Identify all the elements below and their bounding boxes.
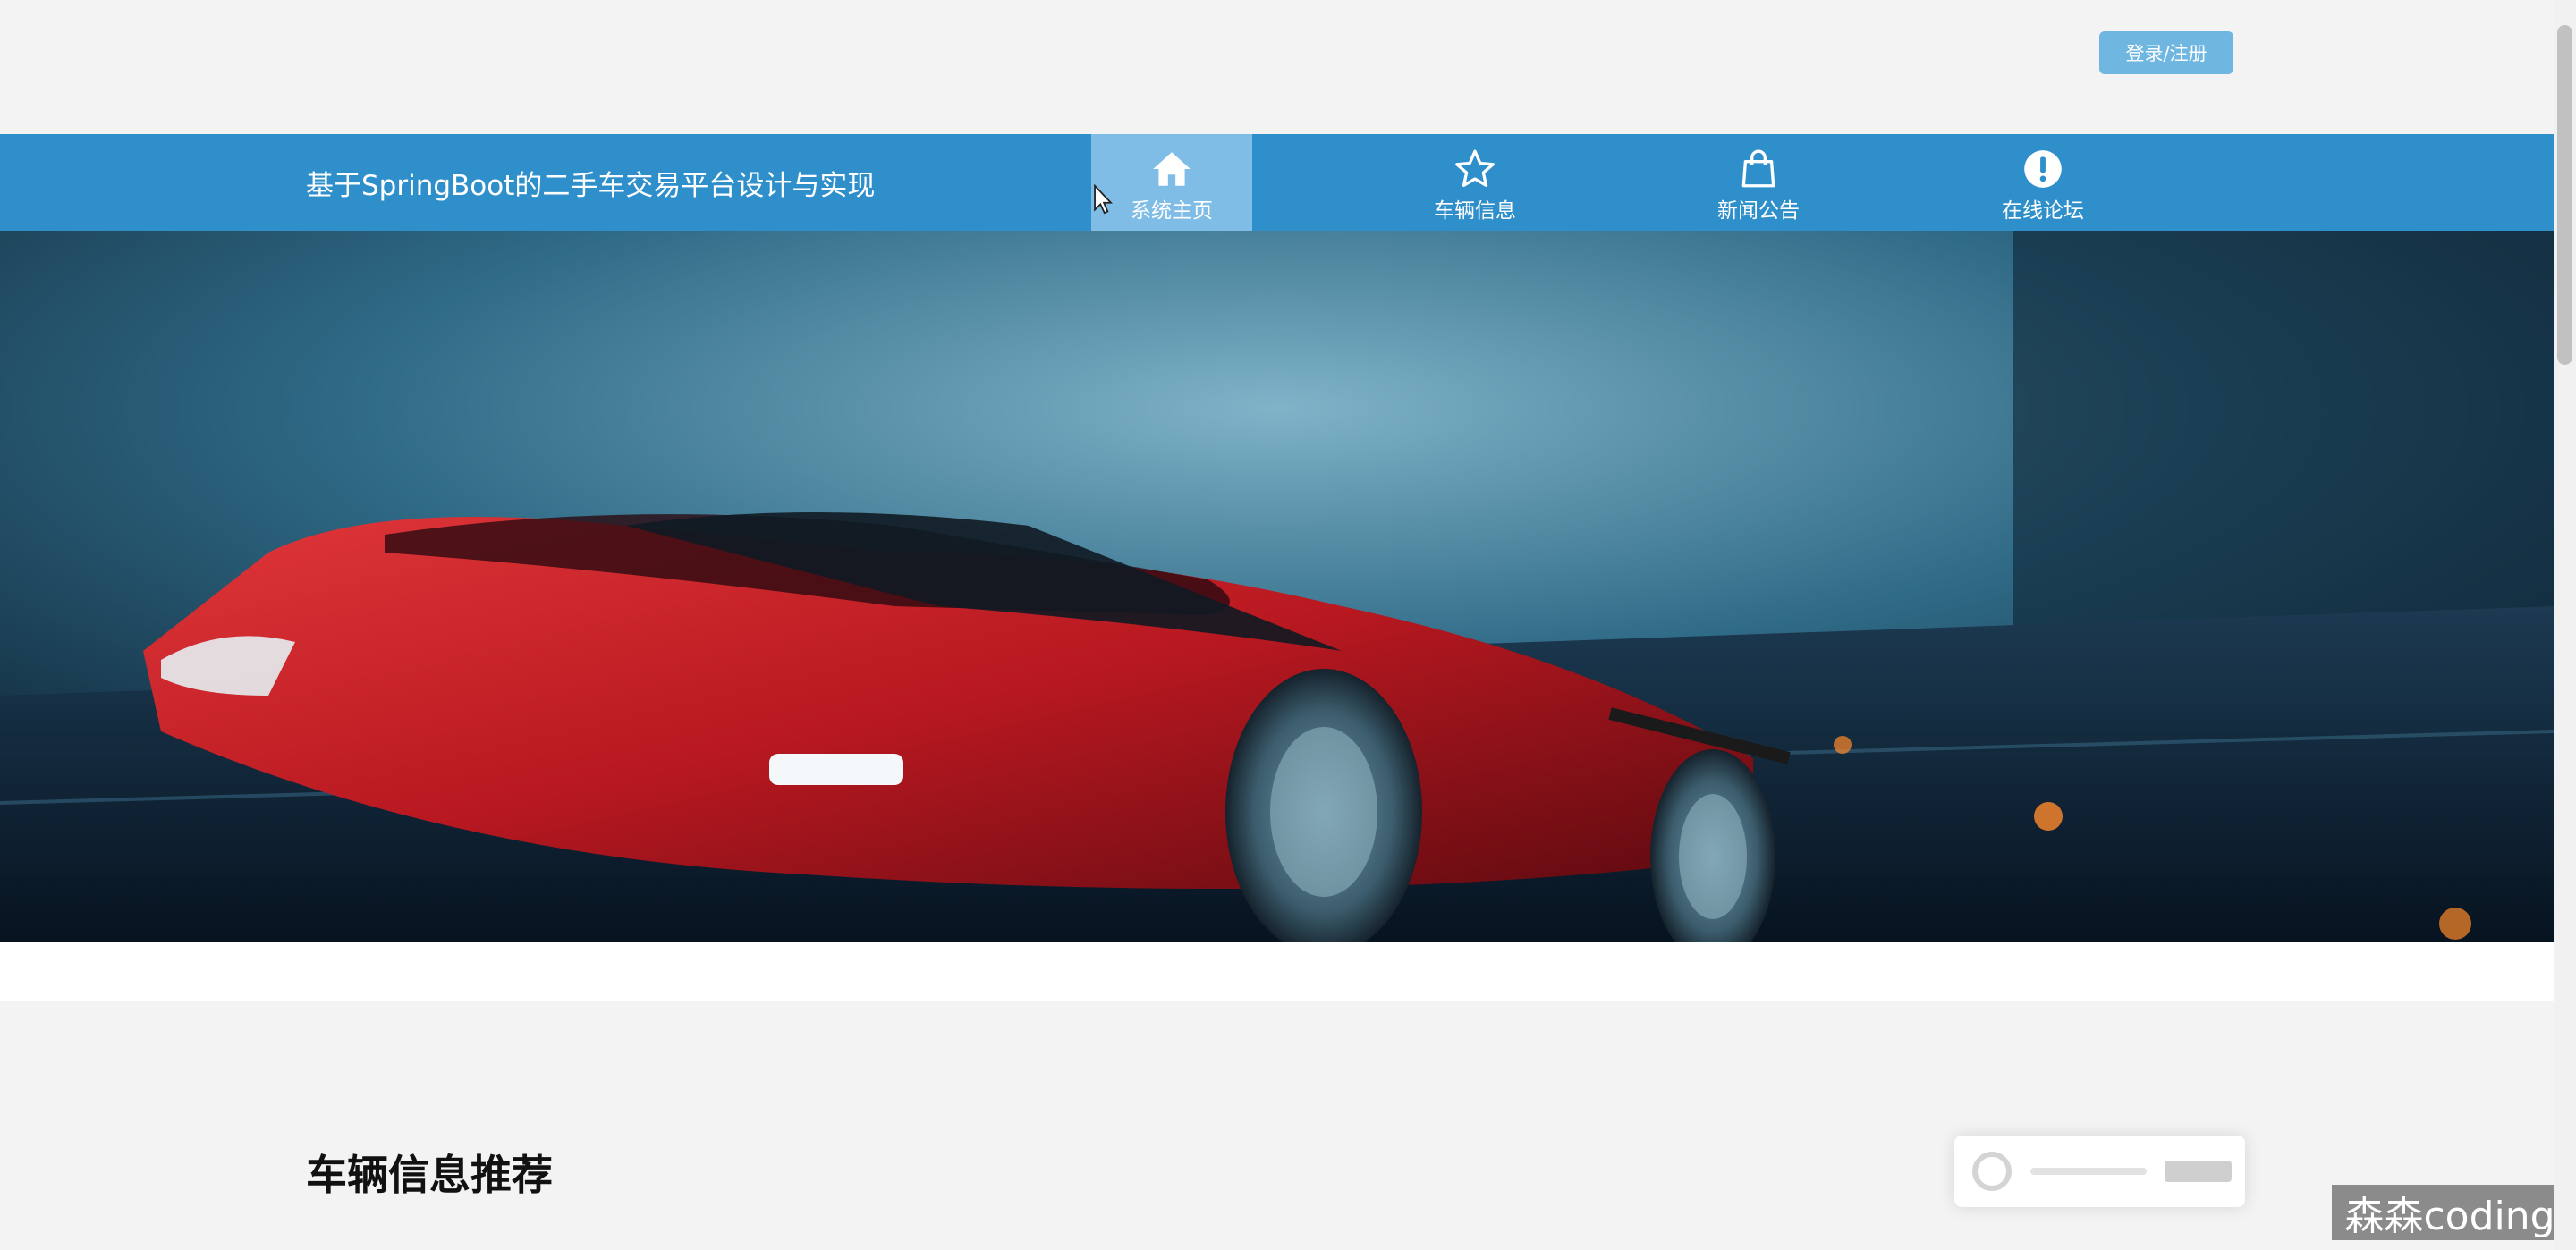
- top-bar: 登录/注册: [0, 0, 2554, 134]
- nav-item-label: 系统主页: [1131, 199, 1213, 223]
- widget-icon: [1972, 1152, 2012, 1191]
- scrollbar-thumb[interactable]: [2557, 25, 2572, 365]
- section-title: 车辆信息推荐: [306, 1151, 553, 1199]
- site-title: 基于SpringBoot的二手车交易平台设计与实现: [306, 169, 876, 202]
- nav-item-news[interactable]: 新闻公告: [1678, 134, 1839, 231]
- nav-item-label: 车辆信息: [1434, 199, 1516, 223]
- floating-widget[interactable]: [1954, 1136, 2245, 1207]
- widget-placeholder-text: [2030, 1168, 2147, 1175]
- content-divider: [0, 942, 2554, 1001]
- nav-item-vehicle-info[interactable]: 车辆信息: [1394, 134, 1555, 231]
- star-icon: [1455, 149, 1495, 187]
- nav-item-label: 在线论坛: [2002, 199, 2084, 223]
- home-icon: [1153, 152, 1191, 186]
- nav-item-label: 新闻公告: [1717, 199, 1800, 223]
- nav-item-home[interactable]: 系统主页: [1091, 134, 1252, 231]
- main-navigation: 基于SpringBoot的二手车交易平台设计与实现 系统主页 车辆信息 新闻公告…: [0, 134, 2554, 231]
- login-register-button[interactable]: 登录/注册: [2099, 31, 2233, 74]
- nav-item-forum[interactable]: 在线论坛: [1962, 134, 2123, 231]
- exclamation-circle-icon: [2024, 150, 2062, 188]
- banner-image: [0, 231, 2554, 942]
- mouse-cursor-icon: [1094, 184, 1113, 215]
- page-scrollbar[interactable]: [2554, 0, 2576, 1250]
- watermark: 森森coding: [2332, 1185, 2568, 1240]
- shopping-bag-icon: [1741, 149, 1775, 188]
- widget-button[interactable]: [2165, 1161, 2232, 1182]
- hero-carousel[interactable]: [0, 231, 2554, 942]
